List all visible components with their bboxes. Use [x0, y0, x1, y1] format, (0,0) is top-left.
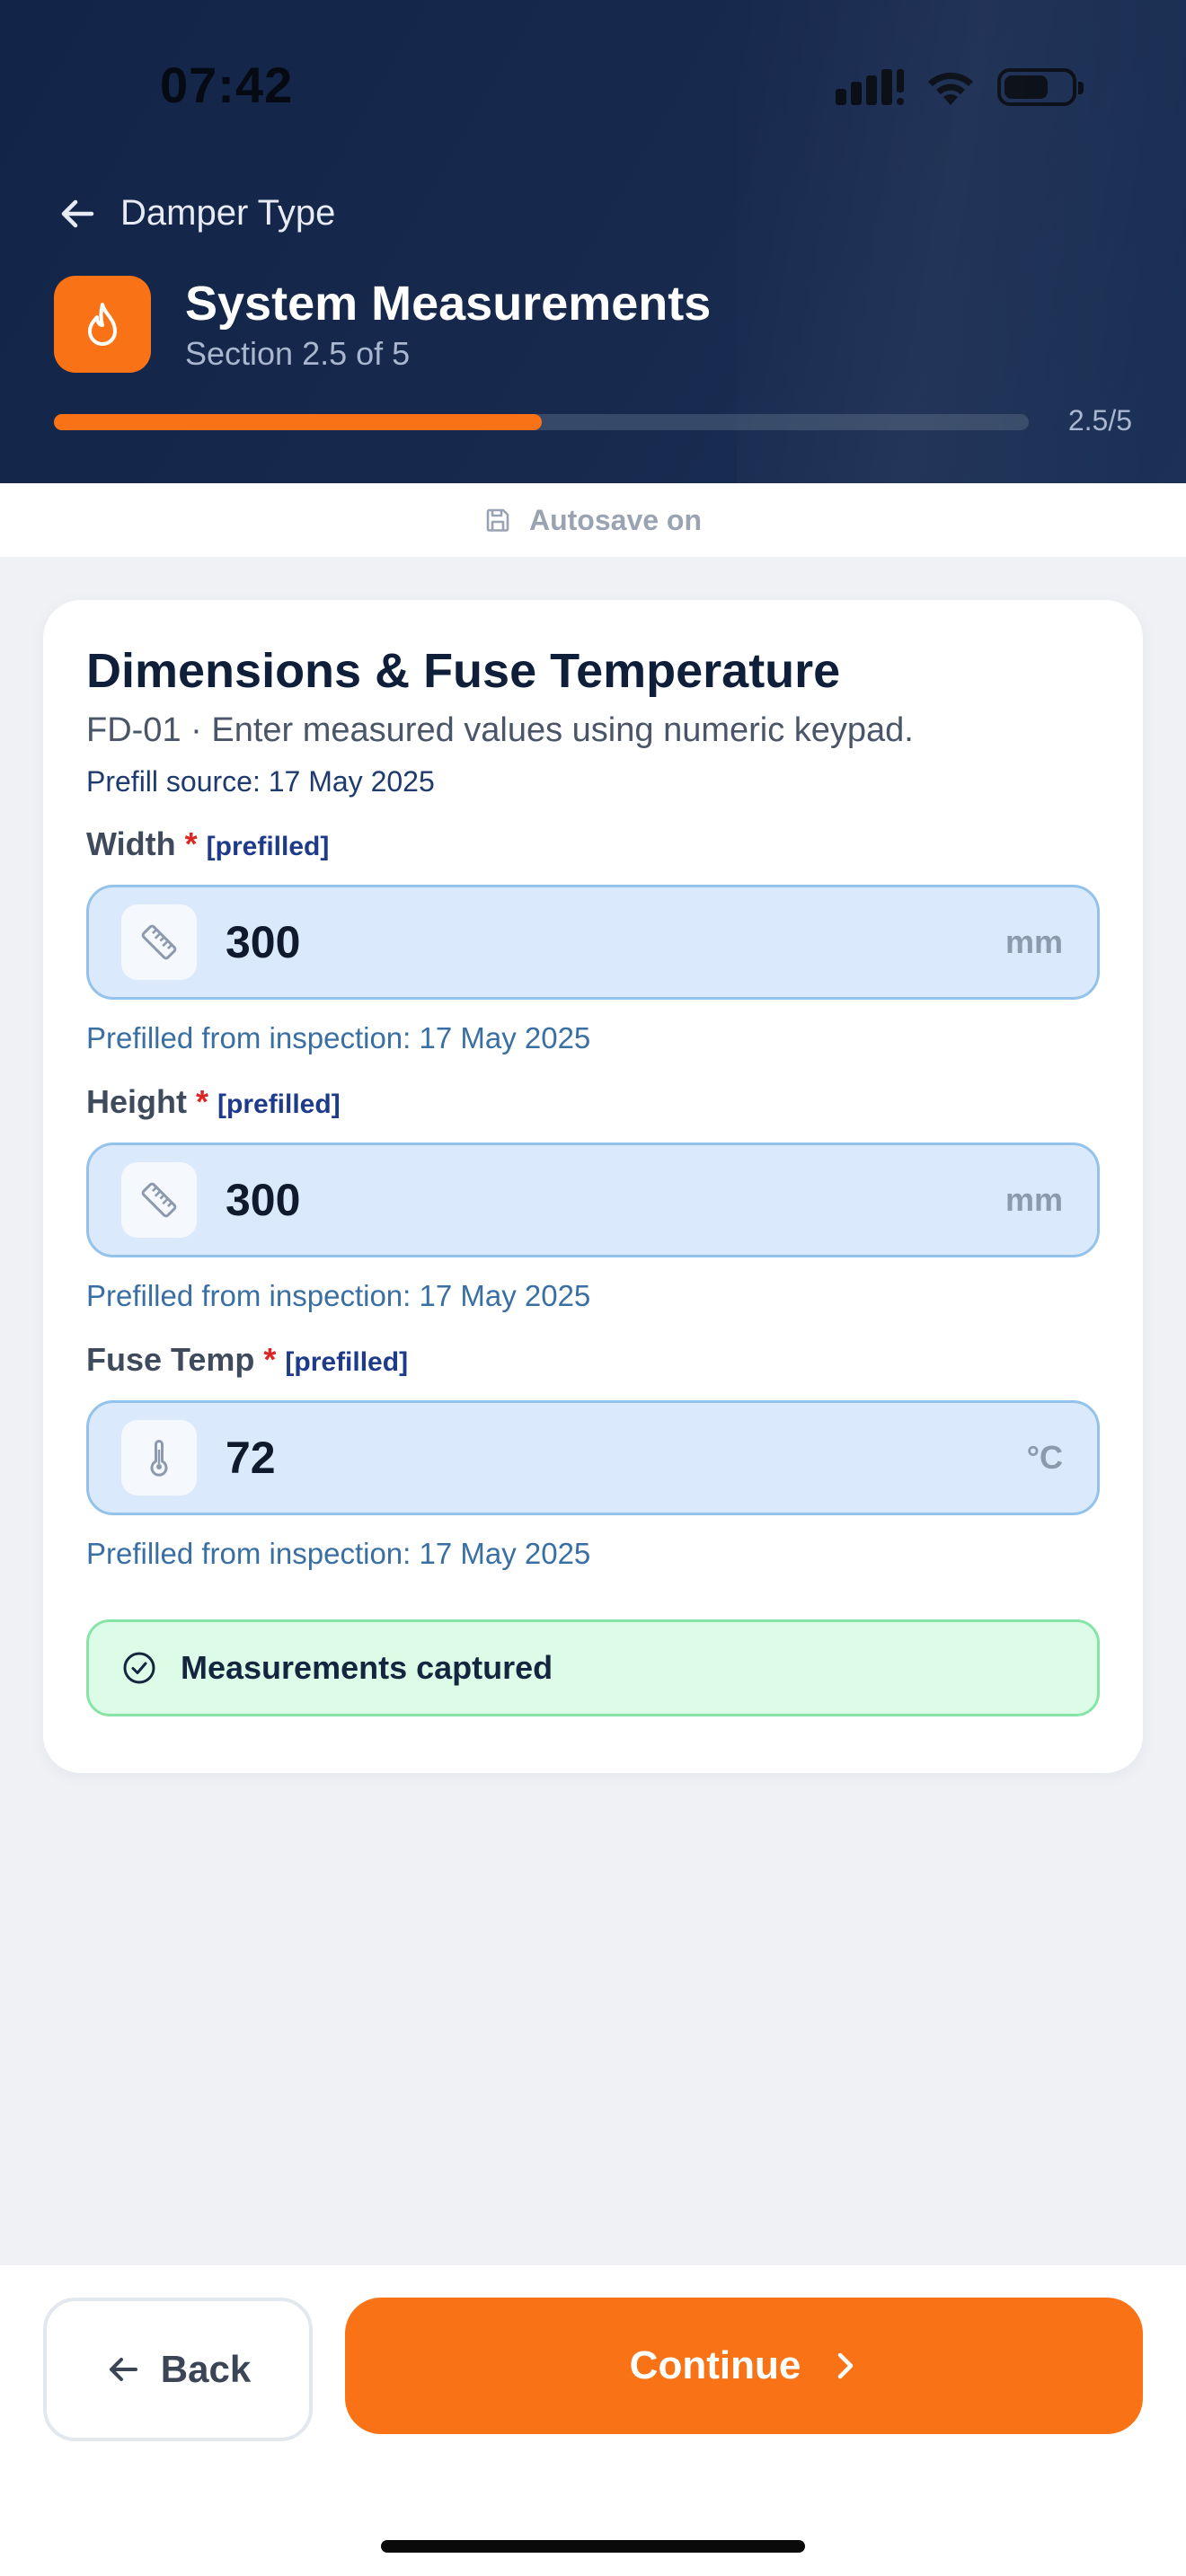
section-title-row: System Measurements Section 2.5 of 5: [54, 275, 711, 374]
check-circle-icon: [123, 1652, 155, 1684]
required-marker: *: [196, 1083, 209, 1120]
wifi-icon: [928, 72, 973, 105]
height-hint: Prefilled from inspection: 17 May 2025: [86, 1279, 591, 1312]
required-marker: *: [263, 1341, 277, 1378]
status-time: 07:42: [160, 57, 294, 113]
prefill-source: Prefill source: 17 May 2025: [86, 765, 435, 798]
fuse-temp-label: Fuse Temp: [86, 1341, 255, 1378]
fuse-temp-unit: °C: [1026, 1439, 1063, 1476]
back-button[interactable]: Back: [43, 2298, 313, 2441]
progress-fill: [54, 414, 542, 430]
flame-icon: [54, 276, 151, 373]
prefilled-tag: [prefilled]: [217, 1090, 341, 1119]
save-icon: [486, 508, 509, 532]
height-unit: mm: [1005, 1181, 1063, 1218]
thermometer-icon: [121, 1420, 197, 1495]
autosave-label: Autosave on: [528, 503, 703, 536]
back-button-label: Back: [160, 2348, 252, 2390]
card-subtitle: FD-01 · Enter measured values using nume…: [86, 711, 914, 749]
arrow-left-icon: [109, 2358, 137, 2381]
success-message: Measurements captured: [181, 1649, 553, 1686]
page-title: System Measurements: [185, 277, 712, 331]
header: 07:42 Damper Type System Measurements Se…: [0, 0, 1186, 483]
footer-bar: Back Continue: [0, 2265, 1186, 2576]
ruler-icon: [121, 904, 197, 980]
battery-icon: [997, 68, 1084, 106]
measurements-captured-banner: Measurements captured: [86, 1619, 1100, 1716]
height-label: Height: [86, 1083, 187, 1120]
width-hint: Prefilled from inspection: 17 May 2025: [86, 1021, 591, 1054]
continue-button-label: Continue: [629, 2343, 801, 2387]
back-link-label: Damper Type: [120, 193, 336, 233]
height-input[interactable]: 300 mm: [86, 1142, 1100, 1257]
home-indicator: [381, 2540, 805, 2553]
prefilled-tag: [prefilled]: [206, 832, 330, 861]
chevron-right-icon: [838, 2352, 854, 2379]
arrow-left-icon: [61, 199, 94, 227]
section-subtitle: Section 2.5 of 5: [185, 335, 411, 372]
back-to-damper-type-link[interactable]: Damper Type: [58, 193, 335, 234]
autosave-indicator: Autosave on: [0, 483, 1186, 557]
width-unit: mm: [1005, 923, 1063, 960]
width-label: Width: [86, 825, 176, 862]
fuse-temp-value: 72: [226, 1433, 276, 1483]
required-marker: *: [184, 825, 198, 862]
continue-button[interactable]: Continue: [345, 2298, 1143, 2434]
card-title: Dimensions & Fuse Temperature: [86, 644, 841, 698]
fuse-temp-hint: Prefilled from inspection: 17 May 2025: [86, 1537, 591, 1570]
width-input[interactable]: 300 mm: [86, 885, 1100, 1000]
fuse-temp-field: Fuse Temp * [prefilled] 72 °C Prefilled …: [86, 1340, 1100, 1573]
height-value: 300: [226, 1175, 301, 1225]
ruler-icon: [121, 1162, 197, 1238]
measurements-card: Dimensions & Fuse Temperature FD-01 · En…: [43, 600, 1143, 1773]
width-value: 300: [226, 917, 301, 967]
status-icons: [836, 65, 1084, 110]
height-field: Height * [prefilled] 300 mm Prefilled fr…: [86, 1082, 1100, 1315]
progress-bar: [54, 414, 1029, 430]
prefilled-tag: [prefilled]: [285, 1347, 409, 1377]
fuse-temp-input[interactable]: 72 °C: [86, 1400, 1100, 1515]
cellular-signal-icon: [836, 69, 904, 105]
width-field: Width * [prefilled] 300 mm Prefilled fro…: [86, 825, 1100, 1057]
progress-label: 2.5/5: [1067, 404, 1132, 437]
